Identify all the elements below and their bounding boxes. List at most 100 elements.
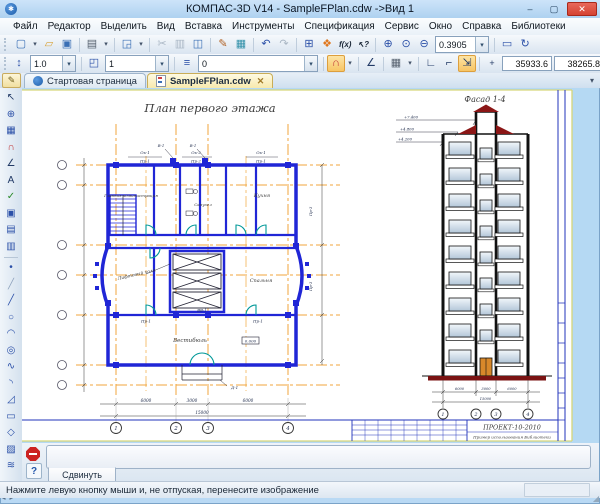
aux-line-tool-icon[interactable]: ╱ — [2, 277, 21, 294]
tree-toggle-button[interactable]: ✎ — [2, 73, 21, 88]
combo-caret-icon[interactable]: ▾ — [155, 56, 168, 71]
tab-start-page[interactable]: Стартовая страница — [24, 73, 146, 88]
copy-icon[interactable]: ▥ — [171, 36, 189, 53]
paste-icon[interactable]: ◫ — [189, 36, 207, 53]
combo-caret-icon[interactable]: ▾ — [62, 56, 75, 71]
zoom-out-icon[interactable]: ⊖ — [415, 36, 433, 53]
layer-combo[interactable]: 0 ▾ — [198, 55, 318, 72]
dim-total-label: 15000 — [195, 410, 209, 415]
layers-icon: ≡ — [178, 55, 196, 72]
fragment-tool-icon[interactable]: ▤ — [2, 222, 21, 239]
image-tool-icon[interactable]: ▣ — [2, 206, 21, 223]
elevation-label: +4.200 — [398, 137, 413, 142]
hatch-tool-icon[interactable]: ▨ — [2, 442, 21, 459]
menu-bar: ФайлРедакторВыделитьВидВставкаИнструмент… — [0, 18, 600, 36]
new-document-icon[interactable]: ▢ — [12, 36, 30, 53]
circle-tool-icon[interactable]: ○ — [2, 310, 21, 327]
context-help-icon[interactable]: ↖? — [354, 36, 372, 53]
toolbar-grip[interactable] — [4, 38, 8, 51]
property-bar[interactable] — [46, 445, 591, 469]
snap-magnet-button[interactable]: ∩ — [327, 55, 345, 72]
menu-item[interactable]: Библиотеки — [506, 20, 570, 33]
zoom-scale-combo[interactable]: 0.3905 ▾ — [435, 36, 489, 53]
spellcheck-icon[interactable]: ✓ — [2, 189, 21, 206]
drawing-canvas[interactable]: 0.000 План первого этажа Главная админис… — [22, 88, 599, 443]
multiline-tool-icon[interactable]: ≋ — [2, 458, 21, 475]
refresh-view-icon[interactable]: ↻ — [516, 36, 534, 53]
variables-icon[interactable]: ⊞ — [300, 36, 318, 53]
redo-icon[interactable]: ↷ — [275, 36, 293, 53]
zoom-in-icon[interactable]: ⊕ — [379, 36, 397, 53]
snap-caret-icon[interactable]: ▾ — [345, 55, 355, 72]
print-caret-icon[interactable]: ▾ — [101, 36, 111, 53]
cut-icon[interactable]: ✂ — [153, 36, 171, 53]
menu-item[interactable]: Редактор — [43, 20, 96, 33]
room-label-vestibule: Вестибюль — [172, 337, 207, 344]
toolbar-separator — [210, 38, 211, 52]
tab-close-icon[interactable]: ✕ — [257, 76, 265, 87]
grid-tool-icon[interactable]: ▦ — [2, 123, 21, 140]
print-preview-icon[interactable]: ◲ — [118, 36, 136, 53]
stop-button[interactable] — [26, 447, 40, 461]
ortho-button[interactable]: ⇲ — [458, 55, 476, 72]
maximize-button[interactable]: ▢ — [543, 2, 565, 16]
undo-icon[interactable]: ↶ — [257, 36, 275, 53]
close-button[interactable]: ✕ — [567, 2, 597, 16]
coord-x-field[interactable]: 35933.6 — [502, 56, 552, 71]
menu-item[interactable]: Окно — [424, 20, 457, 33]
combo-caret-icon[interactable]: ▾ — [475, 37, 488, 52]
chamfer-tool-icon[interactable]: ◿ — [2, 392, 21, 409]
combo-caret-icon[interactable]: ▾ — [304, 56, 317, 71]
rectangle-tool-icon[interactable]: ▭ — [2, 409, 21, 426]
library-manager-icon[interactable]: ❖ — [318, 36, 336, 53]
open-folder-icon[interactable]: ▱ — [40, 36, 58, 53]
menu-item[interactable]: Спецификация — [299, 20, 379, 33]
properties-icon[interactable]: ▦ — [232, 36, 250, 53]
tab-list-caret-icon[interactable]: ▾ — [590, 76, 594, 85]
segment-tool-icon[interactable]: ╱ — [2, 293, 21, 310]
copy-properties-icon[interactable]: ✎ — [214, 36, 232, 53]
pointer-tool-icon[interactable]: ↖ — [2, 90, 21, 107]
panel-help-button[interactable]: ? — [26, 463, 42, 479]
snap-magnet-icon[interactable]: ∩ — [2, 140, 21, 157]
grid-button[interactable]: ▦ — [387, 55, 405, 72]
menu-item[interactable]: Выделить — [96, 20, 152, 33]
ellipse-tool-icon[interactable]: ◎ — [2, 343, 21, 360]
new-document-caret-icon[interactable]: ▾ — [30, 36, 40, 53]
scale-combo[interactable]: 1.0 ▾ — [30, 55, 76, 72]
grid-caret-icon[interactable]: ▾ — [405, 55, 415, 72]
menu-item[interactable]: Инструменты — [227, 20, 299, 33]
menu-item[interactable]: Справка — [457, 20, 506, 33]
resize-grip[interactable]: ◢ — [593, 494, 599, 503]
text-tool-icon[interactable]: A — [2, 173, 21, 190]
print-icon[interactable]: ▤ — [83, 36, 101, 53]
polygon-tool-icon[interactable]: ◇ — [2, 425, 21, 442]
save-icon[interactable]: ▣ — [58, 36, 76, 53]
preview-caret-icon[interactable]: ▾ — [136, 36, 146, 53]
mark-lintel: Пр-1 — [140, 319, 151, 324]
fit-document-icon[interactable]: ▭ — [498, 36, 516, 53]
coord-y-field[interactable]: 38265.8 — [554, 56, 600, 71]
panel-tab-move[interactable]: Сдвинуть — [48, 467, 116, 482]
arc-tool-icon[interactable]: ◠ — [2, 326, 21, 343]
dim-total-label: 15000 — [480, 397, 492, 401]
menu-item[interactable]: Сервис — [380, 20, 424, 33]
view-number-combo[interactable]: 1 ▾ — [105, 55, 169, 72]
spline-tool-icon[interactable]: ∿ — [2, 359, 21, 376]
corner-button[interactable]: ⌐ — [440, 55, 458, 72]
collection-tool-icon[interactable]: ▥ — [2, 239, 21, 256]
menu-item[interactable]: Вставка — [180, 20, 227, 33]
fx-icon[interactable]: f(x) — [336, 36, 354, 53]
menu-item[interactable]: Файл — [8, 20, 43, 33]
point-tool-icon[interactable]: • — [2, 260, 21, 277]
zoom-window-icon[interactable]: ⊙ — [397, 36, 415, 53]
menu-item[interactable]: Вид — [152, 20, 180, 33]
tab-sample-fplan[interactable]: SampleFPlan.cdw ✕ — [147, 73, 273, 88]
toolbar-grip[interactable] — [4, 57, 6, 70]
fillet-tool-icon[interactable]: ◝ — [2, 376, 21, 393]
local-cs-button[interactable]: ∟ — [422, 55, 440, 72]
minimize-button[interactable]: – — [519, 2, 541, 16]
angle-tool-icon[interactable]: ∠ — [2, 156, 21, 173]
geometry-calc-icon[interactable]: ⊕ — [2, 107, 21, 124]
angle-snap-button[interactable]: ∠ — [362, 55, 380, 72]
